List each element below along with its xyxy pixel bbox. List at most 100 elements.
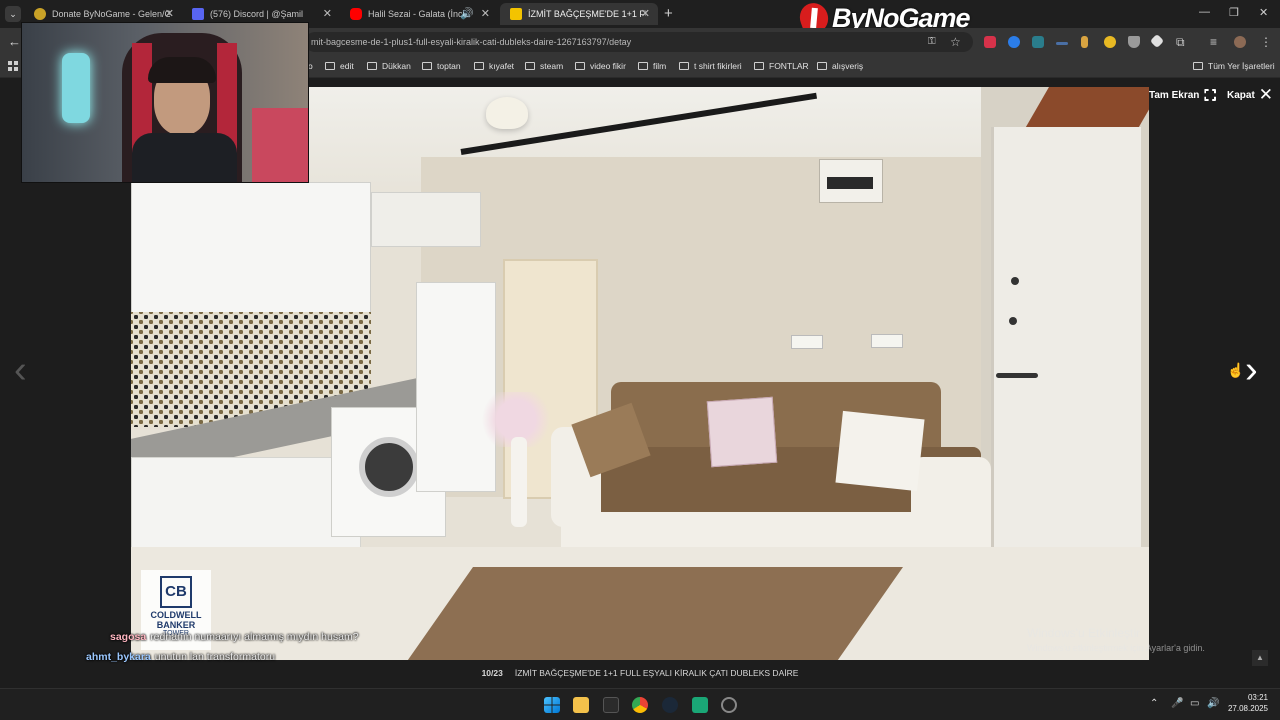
refrigerator — [416, 282, 496, 492]
tab-close-icon[interactable]: ✕ — [481, 7, 490, 20]
bed-blanket — [252, 108, 308, 182]
folder-icon — [422, 62, 432, 70]
bookmark-fontlar[interactable]: FONTLAR — [754, 61, 809, 71]
front-door — [991, 127, 1141, 597]
tab-title: Halil Sezai - Galata (İncir Re — [368, 9, 468, 19]
url-text[interactable]: mit-bagcesme-de-1-plus1-full-esyali-kira… — [311, 37, 631, 47]
streamer-shirt — [132, 133, 237, 182]
bookmark-label: edit — [340, 61, 354, 71]
bookmark-tshirt[interactable]: t shirt fikirleri — [679, 61, 742, 71]
chat-username: sagosa — [110, 631, 147, 643]
bookmark-label: film — [653, 61, 667, 71]
vase — [511, 437, 527, 527]
key-icon[interactable]: ⚿ — [928, 36, 936, 47]
prev-arrow-icon[interactable]: ‹ — [14, 350, 27, 390]
extension-blue-icon[interactable] — [1008, 36, 1020, 48]
new-tab-button[interactable]: + — [664, 5, 673, 22]
fullscreen-button[interactable]: Tam Ekran — [1149, 89, 1217, 101]
bookmark-toptan[interactable]: toptan — [422, 61, 461, 71]
scroll-top-icon[interactable]: ▲ — [1252, 650, 1268, 666]
floor-rug — [388, 567, 904, 660]
extension-shield-icon[interactable] — [1128, 36, 1140, 48]
tab-close-icon[interactable]: ✕ — [641, 7, 650, 20]
fullscreen-icon — [1204, 89, 1217, 101]
streaming-app-icon[interactable] — [692, 697, 708, 713]
folder-icon — [525, 62, 535, 70]
tab-close-icon[interactable]: ✕ — [165, 7, 174, 20]
microphone — [62, 53, 90, 123]
media-control-icon[interactable]: ≡ — [1210, 35, 1217, 49]
bookmark-label: steam — [540, 61, 564, 71]
donate-favicon-icon — [34, 8, 46, 20]
tab-youtube[interactable]: Halil Sezai - Galata (İncir Re 🔊 ✕ — [340, 3, 498, 25]
bookmark-label: Tüm Yer İşaretleri — [1208, 61, 1275, 71]
window-close-button[interactable]: ✕ — [1259, 6, 1268, 19]
folder-icon — [325, 62, 335, 70]
extension-coin-icon[interactable] — [1104, 36, 1116, 48]
network-icon[interactable]: ▭ — [1190, 698, 1199, 709]
restore-button[interactable]: ❐ — [1229, 6, 1239, 19]
tab-title: (576) Discord | @Şamil — [210, 9, 303, 19]
brand-line-2: BANKER — [156, 620, 196, 630]
obs-icon[interactable] — [721, 697, 737, 713]
bookmark-label: alışveriş — [832, 61, 864, 71]
chat-message: ahmt_bykara unutun lan transformatoru — [86, 651, 275, 663]
tray-chevron-icon[interactable]: ⌃ — [1150, 698, 1158, 709]
bookmark-steam[interactable]: steam — [525, 61, 563, 71]
bookmark-film[interactable]: film — [638, 61, 666, 71]
bookmark-label: toptan — [437, 61, 461, 71]
bookmark-alisveris[interactable]: alışveriş — [817, 61, 863, 71]
extension-teal-icon[interactable] — [1032, 36, 1044, 48]
discord-favicon-icon — [192, 8, 204, 20]
terminal-icon[interactable] — [603, 697, 619, 713]
folder-icon — [754, 62, 764, 70]
photo-counter: 10/23 — [481, 668, 503, 678]
file-explorer-icon[interactable] — [573, 697, 589, 713]
menu-kebab-icon[interactable]: ⋮ — [1260, 35, 1272, 49]
taskbar-clock[interactable]: 03:21 27.08.2025 — [1224, 692, 1268, 714]
sahibinden-favicon-icon — [510, 8, 522, 20]
streamer-hair — [148, 57, 216, 83]
extensions-puzzle-icon[interactable]: ⧉ — [1176, 35, 1185, 50]
listing-title: İZMİT BAĞÇEŞME'DE 1+1 FULL EŞYALI KİRALI… — [514, 668, 799, 678]
minimize-button[interactable]: — — [1199, 6, 1210, 18]
bookmark-label: t shirt fikirleri — [694, 61, 742, 71]
microphone-icon[interactable]: 🎤 — [1171, 698, 1183, 709]
chat-text: rednanın numaarıyı almamış mıydın husam? — [150, 631, 359, 643]
bookmark-video-fikir[interactable]: video fikir — [575, 61, 626, 71]
extension-bar-icon[interactable] — [1056, 42, 1068, 45]
bookmark-kiyafet[interactable]: kıyafet — [474, 61, 514, 71]
close-viewer-button[interactable]: Kapat ✕ — [1227, 85, 1274, 104]
extension-bottle-icon[interactable] — [1081, 36, 1088, 48]
bookmark-label: FONTLAR — [769, 61, 809, 71]
apps-grid-icon[interactable] — [8, 61, 18, 71]
back-arrow-icon[interactable]: ← — [8, 34, 21, 49]
streamer-webcam — [21, 22, 309, 183]
chat-username: ahmt_bykara — [86, 651, 151, 663]
tab-listing-active[interactable]: İZMİT BAĞÇEŞME'DE 1+1 FULL ✕ — [500, 3, 658, 25]
bookmark-all[interactable]: Tüm Yer İşaretleri — [1193, 61, 1275, 71]
close-icon: ✕ — [1258, 85, 1274, 104]
extension-adblock-icon[interactable] — [984, 36, 996, 48]
photo-caption-bar: 10/23 İZMİT BAĞÇEŞME'DE 1+1 FULL EŞYALI K… — [0, 668, 1280, 688]
bookmark-label: Dükkan — [382, 61, 411, 71]
clock-time: 03:21 — [1247, 693, 1268, 702]
tab-search-icon[interactable]: ⌄ — [5, 6, 21, 22]
white-pillow — [835, 410, 925, 492]
steam-icon[interactable] — [662, 697, 678, 713]
folder-icon — [638, 62, 648, 70]
tab-close-icon[interactable]: ✕ — [323, 7, 332, 20]
chrome-icon[interactable] — [632, 697, 648, 713]
volume-icon[interactable]: 🔊 — [1207, 698, 1219, 709]
bookmark-edit[interactable]: edit — [325, 61, 354, 71]
bookmark-dukkan[interactable]: Dükkan — [367, 61, 411, 71]
next-arrow-icon[interactable]: › — [1245, 350, 1258, 390]
hood-cabinet — [371, 192, 481, 247]
speaker-icon[interactable]: 🔊 — [460, 7, 474, 20]
profile-avatar[interactable] — [1234, 36, 1246, 48]
clock-date: 27.08.2025 — [1227, 704, 1268, 713]
tab-title: İZMİT BAĞÇEŞME'DE 1+1 FULL — [528, 9, 646, 19]
youtube-favicon-icon — [350, 8, 362, 20]
star-icon[interactable]: ☆ — [950, 35, 961, 49]
windows-activation-watermark: Windows'u Etkinleştir Windows'u etkinleş… — [1027, 626, 1205, 653]
